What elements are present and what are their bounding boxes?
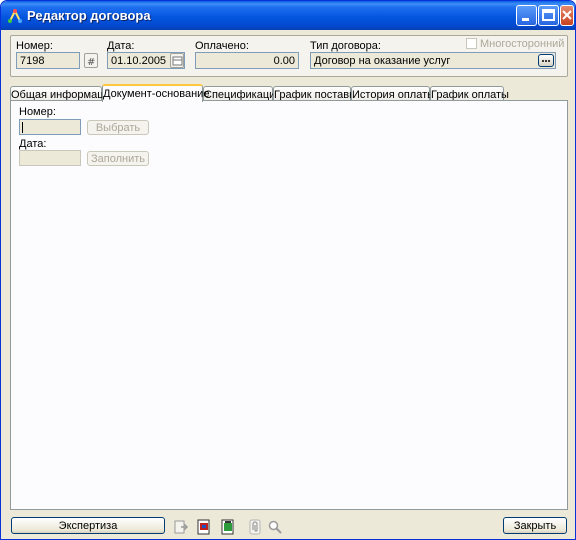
date-label: Дата: bbox=[107, 40, 135, 52]
magnifier-icon[interactable] bbox=[267, 519, 283, 535]
number-sign-icon: # bbox=[87, 57, 95, 68]
text-caret bbox=[22, 122, 23, 133]
number-label: Номер: bbox=[16, 40, 53, 52]
number-generate-button[interactable]: # bbox=[84, 53, 98, 68]
multilateral-checkbox[interactable] bbox=[466, 38, 477, 49]
tab-general-info[interactable]: Общая информация bbox=[10, 86, 116, 101]
ellipsis-icon bbox=[542, 60, 550, 62]
export-icon[interactable] bbox=[173, 519, 189, 535]
document-green-icon[interactable] bbox=[220, 519, 236, 535]
window-title: Редактор договора bbox=[27, 8, 151, 23]
tab-payment-schedule[interactable]: График оплаты bbox=[430, 86, 509, 101]
fill-button[interactable]: Заполнить bbox=[87, 151, 149, 166]
maximize-button[interactable] bbox=[538, 5, 559, 26]
number-field[interactable]: 7198 bbox=[16, 52, 80, 69]
expertise-button[interactable]: Экспертиза bbox=[11, 517, 165, 534]
tab-specification[interactable]: Спецификация bbox=[203, 86, 281, 101]
document-image-icon[interactable] bbox=[196, 519, 212, 535]
close-icon bbox=[562, 10, 572, 20]
basis-number-label: Номер: bbox=[19, 106, 56, 118]
tab-basis-document[interactable]: Документ-основание bbox=[102, 84, 209, 102]
calendar-icon bbox=[172, 56, 183, 66]
paid-label: Оплачено: bbox=[195, 40, 249, 52]
paid-field: 0.00 bbox=[195, 52, 299, 69]
contract-type-label: Тип договора: bbox=[310, 40, 381, 52]
basis-date-input[interactable] bbox=[19, 150, 81, 166]
basis-date-label: Дата: bbox=[19, 138, 47, 150]
window-body: Номер: 7198 # Дата: 01.10.2005 Оплачено:… bbox=[4, 30, 572, 536]
title-bar[interactable]: Редактор договора bbox=[1, 1, 575, 30]
close-button[interactable]: Закрыть bbox=[503, 517, 567, 534]
close-window-button[interactable] bbox=[560, 5, 574, 26]
app-icon bbox=[8, 8, 22, 23]
date-picker-button[interactable] bbox=[170, 53, 184, 68]
multilateral-label: Многосторонний bbox=[480, 38, 565, 50]
tab-delivery-schedule[interactable]: График поставки bbox=[273, 86, 360, 101]
contract-type-select-button[interactable] bbox=[538, 54, 554, 67]
basis-document-panel: Номер: Выбрать Дата: Заполнить bbox=[10, 100, 568, 510]
paperclip-icon[interactable] bbox=[247, 519, 263, 535]
svg-text:#: # bbox=[87, 57, 95, 67]
minimize-icon bbox=[522, 18, 529, 21]
contract-type-field[interactable]: Договор на оказание услуг bbox=[310, 52, 556, 69]
tab-payment-history[interactable]: История оплаты bbox=[351, 86, 435, 101]
select-button[interactable]: Выбрать bbox=[87, 120, 149, 135]
minimize-button[interactable] bbox=[516, 5, 537, 26]
contract-editor-window: Редактор договора Номер: 7198 # Дата: 01… bbox=[0, 0, 576, 540]
basis-number-input[interactable] bbox=[19, 119, 81, 135]
maximize-icon bbox=[542, 9, 555, 21]
